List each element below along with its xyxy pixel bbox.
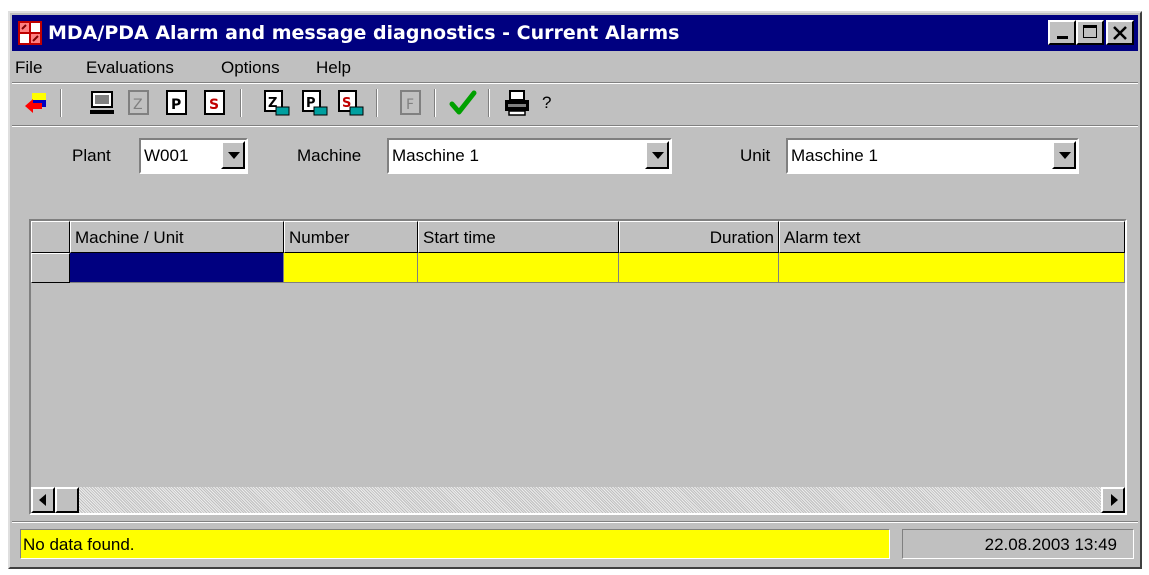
svg-text:S: S: [209, 97, 219, 113]
chevron-down-icon: [228, 152, 240, 159]
arrow-left-icon: [39, 494, 46, 506]
unit-select[interactable]: Maschine 1: [786, 138, 1079, 174]
f-document-icon[interactable]: F: [396, 88, 426, 118]
cell-machine-unit[interactable]: [70, 253, 284, 283]
minimize-icon: [1057, 36, 1068, 39]
chevron-down-icon: [1059, 152, 1071, 159]
menu-evaluations[interactable]: Evaluations: [86, 58, 174, 78]
cell-number[interactable]: [284, 253, 418, 283]
toolbar-separator: [488, 89, 490, 117]
menu-separator: [12, 82, 1138, 84]
filter-bar: Plant W001 Machine Maschine 1 Unit Masch…: [12, 129, 1138, 185]
print-icon[interactable]: [502, 88, 532, 118]
minimize-button[interactable]: [1048, 20, 1076, 45]
p-machine-icon[interactable]: P: [300, 88, 330, 118]
maximize-icon: [1083, 25, 1097, 38]
z-machine-icon[interactable]: Z: [262, 88, 292, 118]
row-header-corner[interactable]: [31, 221, 70, 253]
machine-dropdown-button[interactable]: [645, 141, 669, 169]
toolbar-separator: [376, 89, 378, 117]
title-bar[interactable]: MDA/PDA Alarm and message diagnostics - …: [12, 15, 1138, 51]
status-datetime: 22.08.2003 13:49: [984, 535, 1117, 554]
cell-duration[interactable]: [619, 253, 779, 283]
s-machine-icon[interactable]: S: [336, 88, 366, 118]
toolbar-separator: [60, 89, 62, 117]
maximize-button[interactable]: [1076, 20, 1104, 45]
scroll-thumb[interactable]: [55, 487, 79, 513]
toolbar-separator: [434, 89, 436, 117]
toolbar-separator-line: [12, 125, 1138, 127]
machine-label: Machine: [297, 146, 362, 165]
close-button[interactable]: [1106, 20, 1134, 45]
menu-help[interactable]: Help: [316, 58, 351, 78]
plant-value: W001: [144, 146, 189, 165]
s-document-icon[interactable]: S: [200, 88, 230, 118]
window-title: MDA/PDA Alarm and message diagnostics - …: [48, 22, 680, 44]
scroll-left-button[interactable]: [31, 487, 55, 513]
checkmark-icon[interactable]: [448, 88, 478, 118]
menu-file[interactable]: File: [15, 58, 42, 78]
cell-alarm-text[interactable]: [779, 253, 1125, 283]
menu-options[interactable]: Options: [221, 58, 280, 78]
unit-value: Maschine 1: [791, 146, 878, 165]
column-header-machine-unit[interactable]: Machine / Unit: [70, 221, 284, 253]
status-bar: No data found. 22.08.2003 13:49: [12, 525, 1138, 565]
machine-value: Maschine 1: [392, 146, 479, 165]
cell-start-time[interactable]: [418, 253, 619, 283]
scroll-right-button[interactable]: [1101, 487, 1125, 513]
help-button[interactable]: ?: [542, 93, 551, 113]
svg-text:Z: Z: [133, 97, 143, 113]
row-selector[interactable]: [31, 253, 70, 283]
plant-dropdown-button[interactable]: [221, 141, 245, 169]
plant-label: Plant: [72, 146, 111, 165]
arrow-right-icon: [1111, 494, 1118, 506]
main-window: MDA/PDA Alarm and message diagnostics - …: [8, 11, 1142, 569]
unit-dropdown-button[interactable]: [1052, 141, 1076, 169]
status-datetime-panel: 22.08.2003 13:49: [902, 529, 1134, 559]
column-header-alarm-text[interactable]: Alarm text: [779, 221, 1125, 253]
column-header-duration[interactable]: Duration: [619, 221, 779, 253]
column-header-number[interactable]: Number: [284, 221, 418, 253]
horizontal-scrollbar[interactable]: [31, 487, 1125, 513]
p-document-icon[interactable]: P: [162, 88, 192, 118]
z-document-icon[interactable]: Z: [124, 88, 154, 118]
unit-label: Unit: [740, 146, 771, 165]
svg-text:F: F: [406, 97, 414, 113]
menu-bar: File Evaluations Options Help: [12, 53, 1138, 81]
toolbar: Z P S Z P S F ?: [12, 85, 1138, 125]
toolbar-separator: [240, 89, 242, 117]
column-header-start-time[interactable]: Start time: [418, 221, 619, 253]
monitor-icon[interactable]: [88, 88, 118, 118]
machine-select[interactable]: Maschine 1: [387, 138, 672, 174]
status-message: No data found.: [23, 535, 135, 554]
alarms-table[interactable]: Machine / Unit Number Start time Duratio…: [29, 219, 1127, 515]
exit-icon[interactable]: [22, 88, 52, 118]
close-icon: [1113, 26, 1127, 40]
chevron-down-icon: [652, 152, 664, 159]
status-separator: [12, 521, 1138, 523]
app-icon: [18, 21, 42, 45]
svg-text:P: P: [171, 97, 181, 113]
plant-select[interactable]: W001: [139, 138, 248, 174]
status-message-panel: No data found.: [20, 529, 890, 559]
